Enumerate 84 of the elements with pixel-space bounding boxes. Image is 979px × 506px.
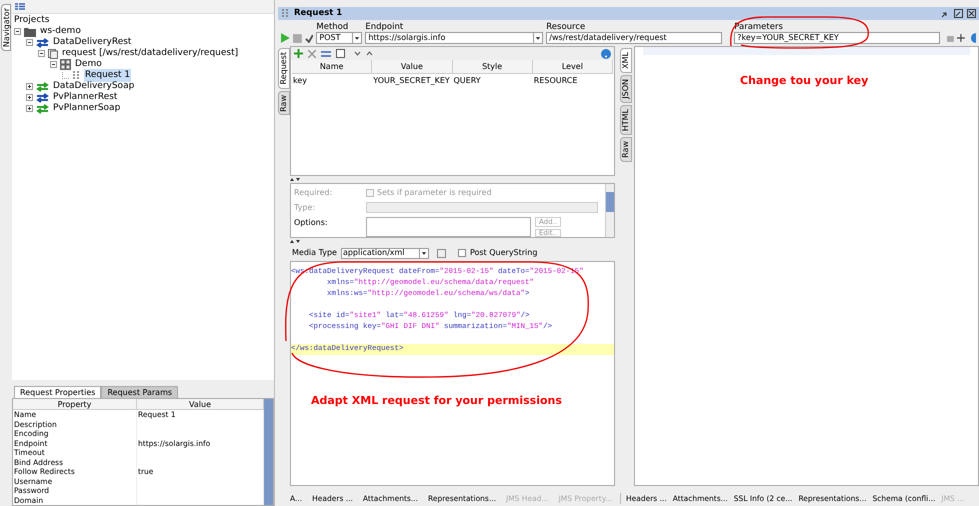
field-label: Endpoint [365, 22, 404, 32]
arrows-icon [36, 38, 49, 48]
help-icon[interactable] [601, 48, 611, 58]
document-icon [48, 48, 58, 58]
move-icon[interactable] [321, 50, 331, 58]
properties-tab[interactable]: Request Properties [14, 386, 102, 398]
expand-icon[interactable] [26, 94, 33, 101]
media-type-label: Media Type [292, 247, 337, 259]
arrows-icon [36, 104, 49, 114]
folder-icon [24, 26, 36, 36]
arrows-icon [36, 92, 49, 102]
annotation-text: Change tou your key [740, 73, 868, 89]
collapse-icon[interactable] [38, 50, 45, 57]
form-label: Type: [294, 202, 316, 214]
method-field[interactable]: POST [316, 32, 362, 44]
checkbox[interactable] [458, 249, 466, 257]
scrollbar[interactable] [605, 184, 614, 237]
column-header: Value [372, 60, 452, 73]
format-icon[interactable] [436, 248, 446, 258]
vertical-tab[interactable]: JSON [620, 74, 632, 103]
tree-item[interactable]: DataDeliverySoap [52, 80, 136, 94]
check-icon[interactable] [304, 34, 314, 43]
vertical-tab[interactable]: HTML [620, 104, 632, 135]
column-header: Name [292, 60, 372, 73]
vertical-tab[interactable]: Raw [620, 136, 632, 162]
dropdown-arrow-icon[interactable] [533, 33, 542, 43]
endpoint-field[interactable]: https://solargis.info [365, 32, 544, 44]
column-header: Property [13, 399, 137, 410]
arrows-icon [36, 82, 49, 92]
chevron-down-icon[interactable] [354, 51, 361, 56]
collapse-icon[interactable] [26, 39, 33, 46]
field-label: Method [316, 22, 350, 32]
expand-icon[interactable] [26, 83, 33, 90]
rest-request-icon [72, 70, 81, 80]
collapse-icon[interactable] [50, 61, 57, 68]
properties-tab[interactable]: Request Params [101, 386, 178, 398]
tree-item[interactable]: PvPlannerSoap [52, 102, 122, 116]
add-icon[interactable] [957, 34, 966, 42]
rest-request-icon [281, 8, 290, 18]
tree-root-label: Projects [14, 15, 50, 26]
field-label: Resource [546, 22, 586, 32]
table-cell-text: key [292, 75, 308, 87]
dropdown-arrow-icon[interactable] [418, 248, 428, 258]
field-label: Parameters [734, 22, 784, 32]
table-cell-text: RESOURCE [532, 75, 578, 87]
vertical-tab[interactable]: XML [620, 48, 632, 73]
splitter-arrows-icon[interactable] [290, 177, 300, 182]
vertical-tab[interactable]: Request [278, 48, 290, 88]
list-view-icon[interactable] [15, 3, 25, 10]
form-label: Required: [294, 187, 334, 199]
splitter-arrows-icon[interactable] [290, 239, 300, 244]
grid-icon [60, 59, 71, 70]
tree-item[interactable]: ws-demo [39, 24, 82, 38]
column-header: Value [137, 399, 264, 410]
chevron-up-icon[interactable] [366, 51, 373, 56]
help-icon[interactable] [968, 33, 976, 43]
table-icon[interactable] [336, 49, 345, 58]
vertical-tab[interactable]: Raw [278, 90, 290, 116]
media-type-dropdown[interactable]: application/xml [340, 248, 429, 258]
tree-item[interactable]: request [/ws/rest/datadelivery/request] [61, 46, 240, 60]
scrollbar[interactable] [264, 399, 273, 505]
checkbox-label: Sets if parameter is required [377, 187, 492, 199]
expand-icon[interactable] [26, 105, 33, 112]
table-cell-text: QUERY [452, 75, 482, 87]
parameters-field[interactable]: ?key=YOUR_SECRET_KEY [734, 32, 940, 44]
collapse-icon[interactable] [14, 28, 21, 35]
tree-item[interactable]: Demo [74, 58, 103, 72]
checkbox[interactable] [366, 189, 374, 197]
column-header: Level [532, 60, 613, 73]
checkbox-label: Post QueryString [470, 247, 538, 259]
xml-editor[interactable] [290, 261, 615, 486]
table-cell-text: YOUR_SECRET_KEY [372, 75, 451, 87]
close-icon[interactable] [967, 9, 976, 18]
annotation-text: Adapt XML request for your permissions [311, 393, 562, 409]
dropdown-arrow-icon[interactable] [352, 33, 362, 43]
navigator-tab[interactable]: Navigator [1, 4, 11, 52]
resource-field[interactable]: /ws/rest/datadelivery/request [546, 32, 722, 44]
tree-item[interactable]: DataDeliveryRest [52, 36, 132, 50]
tree-item[interactable]: PvPlannerRest [52, 90, 118, 104]
maximize-icon[interactable] [954, 9, 963, 18]
form-label: Options: [294, 217, 329, 229]
tree-item[interactable]: Request 1 [84, 68, 132, 82]
column-header: Style [452, 60, 533, 73]
editor-title: Request 1 [294, 7, 342, 20]
